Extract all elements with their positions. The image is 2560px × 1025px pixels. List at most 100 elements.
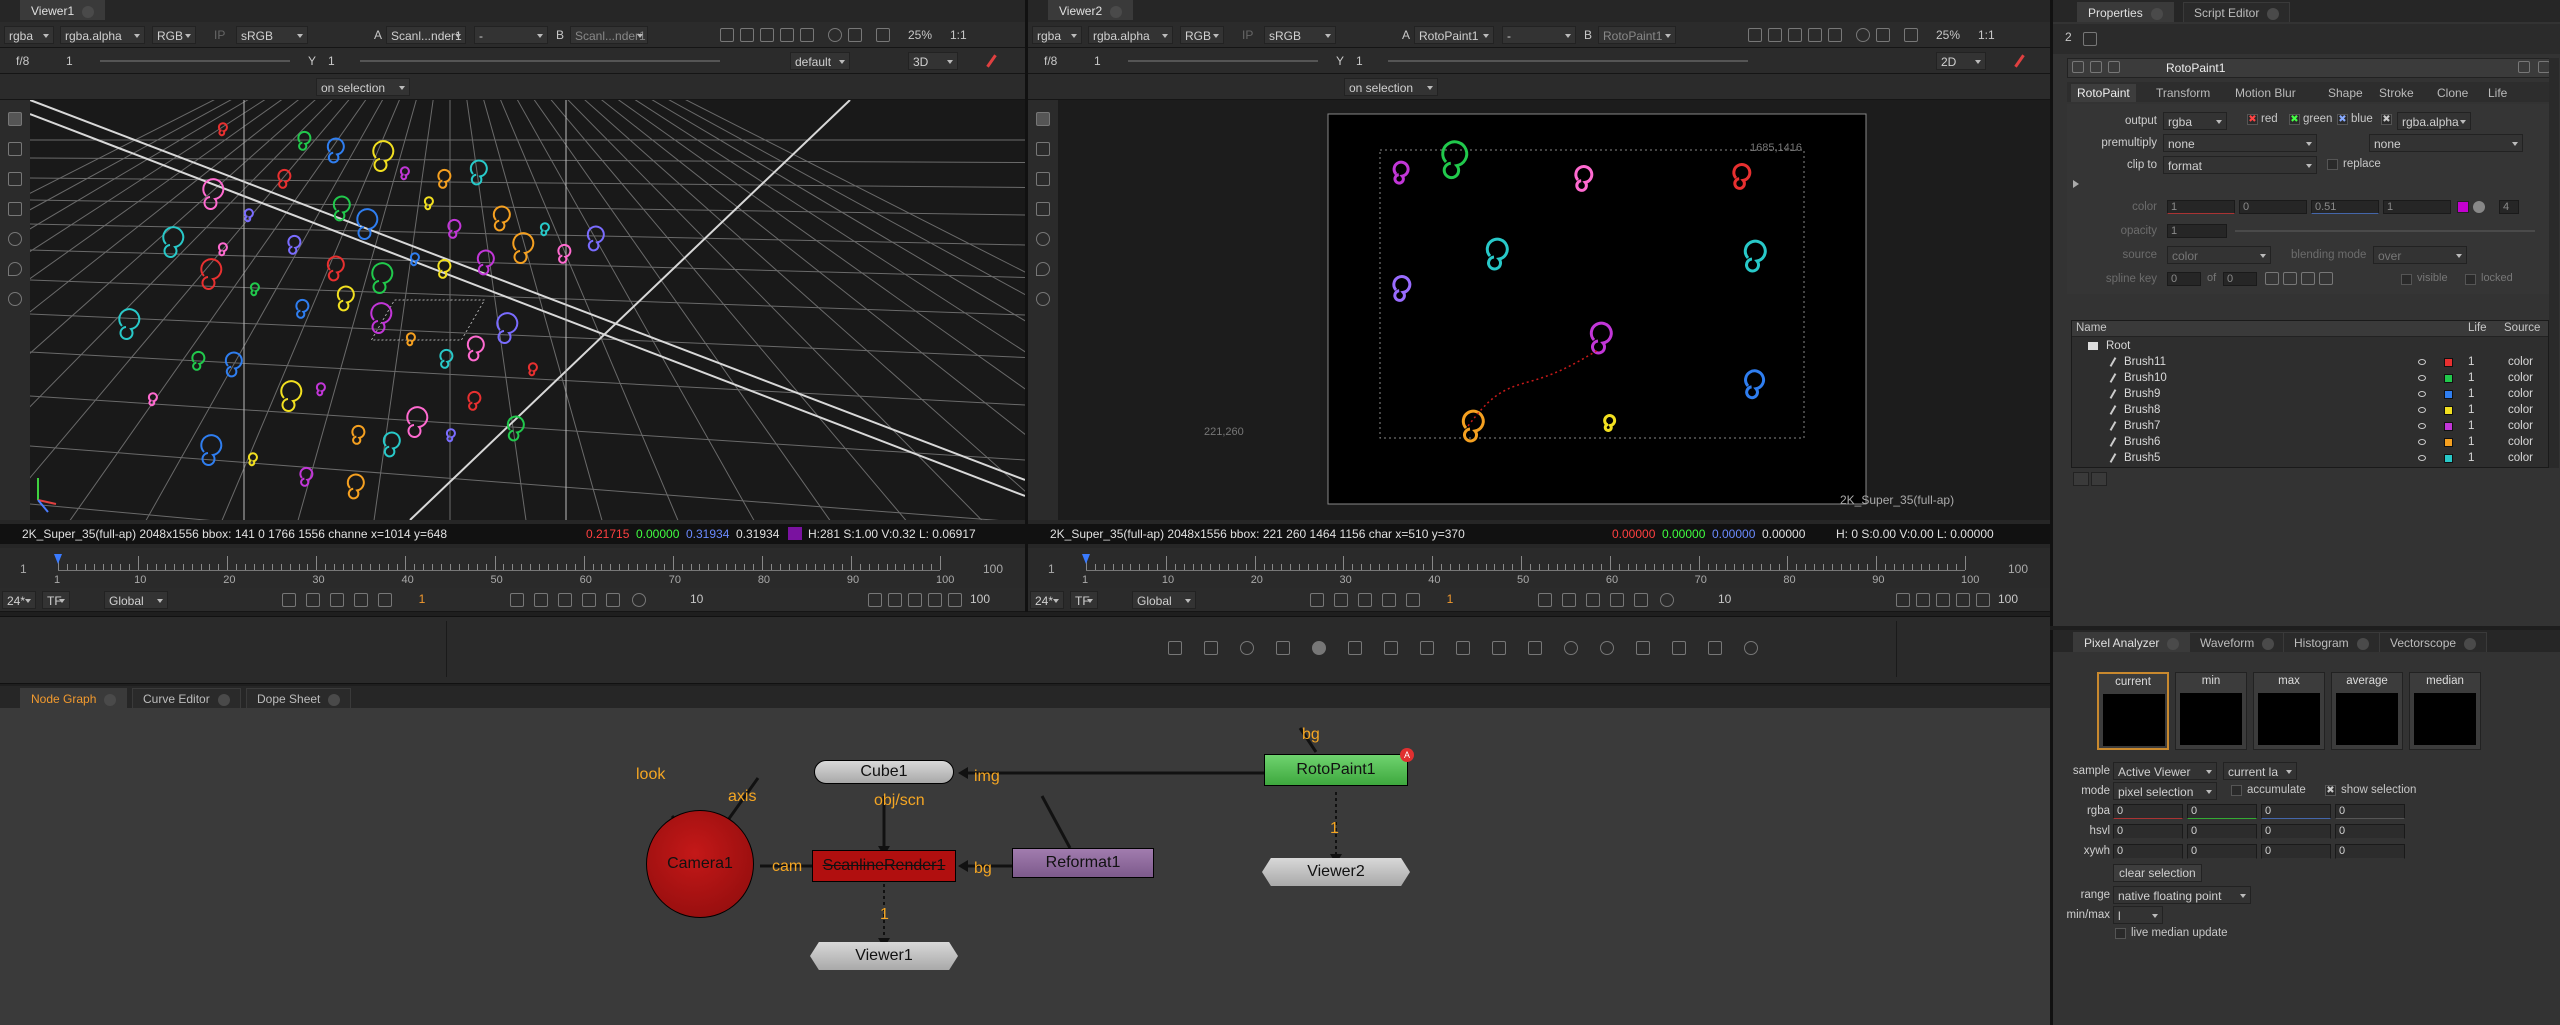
source-dropdown[interactable]: color <box>2167 246 2271 264</box>
timeline-track[interactable] <box>1086 570 1965 571</box>
gamma-slider[interactable] <box>360 60 720 62</box>
brush-name[interactable]: Brush10 <box>2124 372 2167 384</box>
brush-swatch[interactable] <box>2444 422 2453 431</box>
color-g-field[interactable]: 0 <box>2239 200 2307 214</box>
brush-row[interactable]: Brush11 1 color <box>2072 355 2548 371</box>
prev-incr-icon[interactable] <box>330 593 344 607</box>
properties-scrollbar[interactable] <box>2549 58 2559 468</box>
close-icon[interactable] <box>328 693 341 706</box>
roi-dropdown[interactable]: on selection <box>1344 78 1438 96</box>
frame-step[interactable]: 10 <box>1718 592 1731 606</box>
tab-pixel-analyzer[interactable]: Pixel Analyzer <box>2073 632 2191 652</box>
other-nodes-icon[interactable] <box>1708 641 1722 655</box>
subtab-motion-blur[interactable]: Motion Blur <box>2229 84 2302 102</box>
first-frame-icon[interactable] <box>282 593 296 607</box>
play-back-icon[interactable] <box>1406 593 1420 607</box>
del-key-icon[interactable] <box>2301 272 2315 285</box>
keyer-nodes-icon[interactable] <box>1384 641 1398 655</box>
brush-swatch[interactable] <box>2444 374 2453 383</box>
color-r-field[interactable]: 1 <box>2167 200 2235 214</box>
blend-dropdown[interactable]: over <box>2373 246 2467 264</box>
timeline-end[interactable]: 100 <box>983 562 1003 576</box>
scanline-render-node[interactable]: ScanlineRender1 <box>812 850 956 882</box>
blur-tool-icon[interactable] <box>8 262 22 276</box>
3d-scene-view[interactable] <box>30 100 1025 520</box>
close-icon[interactable] <box>104 693 117 706</box>
swatch-median[interactable]: median <box>2409 672 2481 750</box>
prev-incr-icon[interactable] <box>1358 593 1372 607</box>
clone-tool-icon[interactable] <box>1036 232 1050 246</box>
xywh-value-field[interactable]: 0 <box>2335 844 2405 859</box>
color-nodes-icon[interactable] <box>1312 641 1326 655</box>
subtab-shape[interactable]: Shape <box>2322 84 2369 102</box>
input-a-dropdown[interactable]: Scanl...nder1 <box>386 26 466 44</box>
eye-icon[interactable] <box>2418 455 2426 461</box>
channels-dropdown[interactable]: rgba <box>4 26 54 44</box>
minmax-dropdown[interactable]: l <box>2113 906 2163 924</box>
prev-key-icon[interactable] <box>306 593 320 607</box>
lock-icon[interactable] <box>2083 32 2097 46</box>
brush-row[interactable]: Brush9 1 color <box>2072 387 2548 403</box>
tf-dropdown[interactable]: TF <box>1070 591 1098 609</box>
color-wheel-icon[interactable] <box>2473 201 2485 213</box>
hsvl-value-field[interactable]: 0 <box>2261 824 2331 839</box>
brush-swatch[interactable] <box>2444 390 2453 399</box>
bezier-tool-icon[interactable] <box>8 172 22 186</box>
clip-dropdown[interactable]: format <box>2163 156 2317 174</box>
display-icon[interactable] <box>1828 28 1842 42</box>
replace-checkbox[interactable] <box>2327 159 2338 170</box>
close-icon[interactable] <box>217 693 230 706</box>
spline-count-field[interactable]: 0 <box>2223 272 2257 286</box>
dodge-tool-icon[interactable] <box>1036 292 1050 306</box>
brush-swatch[interactable] <box>2444 406 2453 415</box>
gamma-value[interactable]: 1 <box>1356 53 1363 69</box>
tab-node-graph[interactable]: Node Graph <box>20 688 128 708</box>
column-name[interactable]: Name <box>2076 322 2107 334</box>
brush-name[interactable]: Brush7 <box>2124 420 2160 432</box>
close-icon[interactable] <box>1110 5 1123 18</box>
tab-properties[interactable]: Properties <box>2077 2 2174 22</box>
premult-dropdown[interactable]: none <box>2163 134 2317 152</box>
timeline-end[interactable]: 100 <box>2008 562 2028 576</box>
viewer1-node[interactable]: Viewer1 <box>810 942 958 970</box>
fstop-button[interactable]: f/8 <box>1044 53 1057 69</box>
view-mode-dropdown[interactable]: 3D <box>908 52 958 70</box>
node-name-field[interactable]: RotoPaint1 <box>2166 61 2225 75</box>
fstop-button[interactable]: f/8 <box>16 53 29 69</box>
next-key-icon[interactable] <box>2319 272 2333 285</box>
brush-name[interactable]: Brush8 <box>2124 404 2160 416</box>
premult2-dropdown[interactable]: none <box>2369 134 2523 152</box>
close-icon[interactable] <box>2150 7 2163 20</box>
brush-swatch[interactable] <box>2444 358 2453 367</box>
flipbook-icon[interactable] <box>1896 593 1910 607</box>
spline-key-field[interactable]: 0 <box>2167 272 2201 286</box>
zoom-value[interactable]: 25% <box>1936 27 1960 43</box>
first-frame-icon[interactable] <box>1310 593 1324 607</box>
current-frame[interactable]: 1 <box>1432 592 1468 606</box>
refresh-icon[interactable] <box>828 28 842 42</box>
swatch-min[interactable]: min <box>2175 672 2247 750</box>
frame-step[interactable]: 10 <box>690 592 703 606</box>
timeline-start[interactable]: 1 <box>1048 562 1055 576</box>
transform-tool-icon[interactable] <box>1036 142 1050 156</box>
out-frame[interactable]: 100 <box>970 592 990 606</box>
channels-dropdown[interactable]: rgba <box>1032 26 1082 44</box>
alpha-channel-dropdown[interactable]: rgba.alpha <box>1088 26 1173 44</box>
cube-node[interactable]: Cube1 <box>814 760 954 784</box>
deep-nodes-icon[interactable] <box>1564 641 1578 655</box>
column-life[interactable]: Life <box>2468 322 2487 334</box>
pen-icon[interactable] <box>986 54 997 68</box>
xywh-value-field[interactable]: 0 <box>2261 844 2331 859</box>
lut-dropdown[interactable]: sRGB <box>1264 26 1336 44</box>
filter-nodes-icon[interactable] <box>1348 641 1362 655</box>
draw-nodes-icon[interactable] <box>1204 641 1218 655</box>
close-icon[interactable] <box>2356 637 2369 650</box>
root-row[interactable]: Root <box>2072 339 2548 355</box>
fps-dropdown[interactable]: 24* <box>1030 591 1064 609</box>
zoom-value[interactable]: 25% <box>908 27 932 43</box>
next-frame-icon[interactable] <box>534 593 548 607</box>
eye-icon[interactable] <box>2418 423 2426 429</box>
alpha-channel-dropdown[interactable]: rgba.alpha <box>60 26 145 44</box>
last-frame-icon[interactable] <box>606 593 620 607</box>
timeline-track[interactable] <box>58 570 940 571</box>
